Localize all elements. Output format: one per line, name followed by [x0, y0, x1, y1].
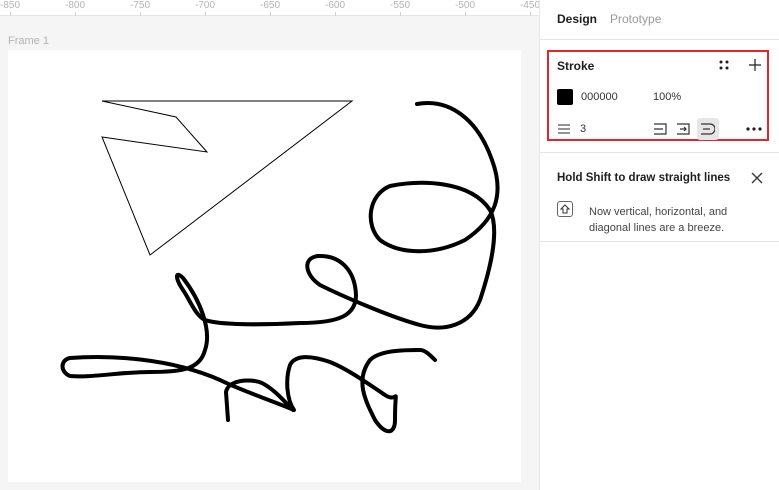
stroke-opacity[interactable]: 100%	[653, 91, 681, 103]
hint-title: Hold Shift to draw straight lines	[557, 172, 731, 184]
tab-design[interactable]: Design	[557, 12, 597, 26]
stroke-title: Stroke	[557, 59, 595, 73]
pencil-stroke[interactable]	[60, 101, 500, 434]
drawing	[60, 100, 500, 434]
shift-key-icon	[557, 201, 573, 217]
polygon-shape[interactable]	[101, 100, 354, 256]
stroke-center-icon[interactable]	[675, 120, 693, 138]
stroke-inside-icon[interactable]	[652, 120, 670, 138]
canvas[interactable]: -850 -800 -750 -700 -650 -600 -550 -500 …	[0, 0, 540, 490]
styles-grid-icon[interactable]	[716, 57, 732, 73]
hint-body: Now vertical, horizontal, and diagonal l…	[589, 206, 728, 234]
figma-window: -850 -800 -750 -700 -650 -600 -550 -500 …	[0, 0, 779, 490]
stroke-outside-icon[interactable]	[697, 118, 719, 140]
stroke-weight-value[interactable]: 3	[580, 123, 586, 135]
hint-card: Hold Shift to draw straight lines Now ve…	[540, 152, 779, 242]
tab-prototype[interactable]: Prototype	[610, 12, 661, 26]
frame[interactable]	[8, 50, 521, 482]
stroke-weight-icon	[557, 122, 571, 136]
stroke-section: Stroke 000000 100% 3	[547, 50, 769, 141]
add-stroke-icon[interactable]	[747, 57, 763, 73]
stroke-color-hex[interactable]: 000000	[581, 91, 618, 103]
properties-panel: Design Prototype Stroke 000000 100% 3 Ho…	[539, 0, 779, 490]
close-icon[interactable]	[749, 170, 765, 186]
stroke-color-swatch[interactable]	[557, 89, 573, 105]
more-options-icon[interactable]	[745, 121, 763, 137]
panel-tabs: Design Prototype	[540, 0, 779, 40]
